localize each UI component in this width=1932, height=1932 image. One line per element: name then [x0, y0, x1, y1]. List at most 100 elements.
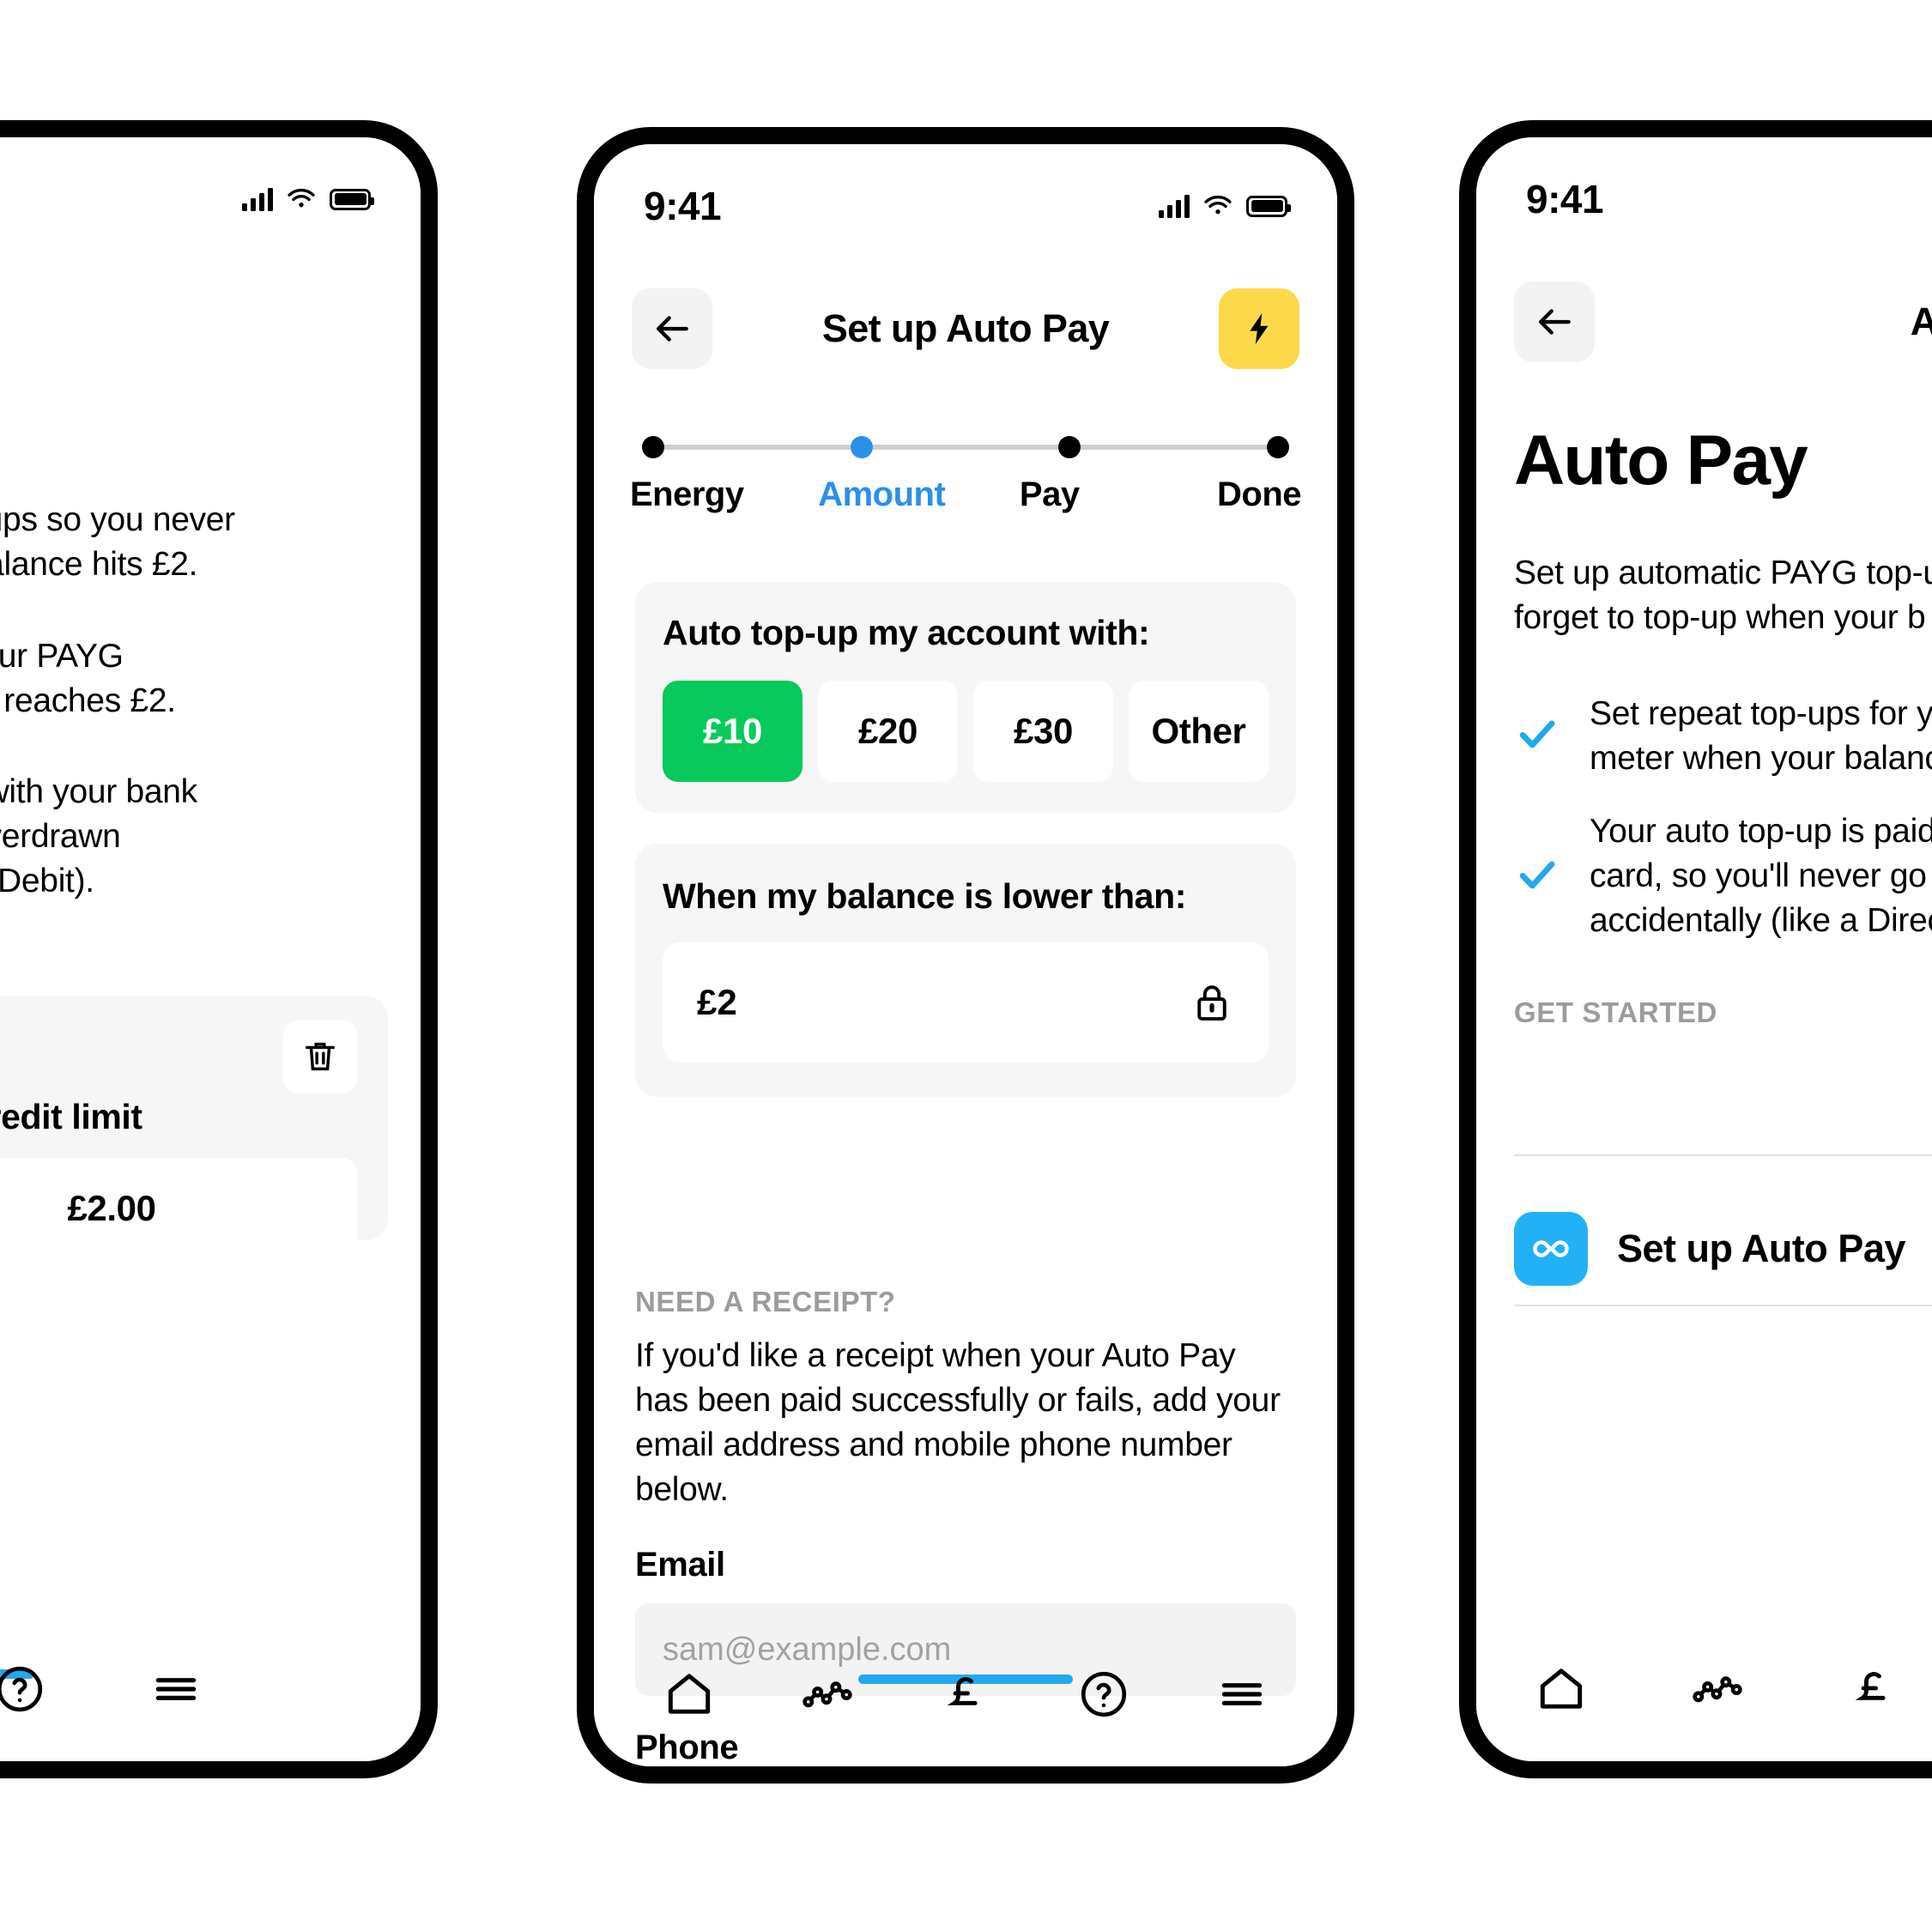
left-page-title: Auto Pay	[0, 322, 383, 366]
chart-line-icon	[802, 1681, 852, 1708]
tab-home[interactable]	[1535, 1662, 1588, 1716]
list-divider-bottom	[1514, 1305, 1932, 1306]
left-copy-block: c PAYG top-ups so you never when your ba…	[0, 498, 395, 904]
center-page-title: Set up Auto Pay	[821, 306, 1110, 350]
left-paragraph-3: p-up is paid with your bank ll never go …	[0, 773, 197, 900]
home-icon	[668, 1674, 710, 1714]
step-label-amount[interactable]: Amount	[798, 475, 966, 514]
phone-center: 9:41 Set up Auto Pay Energy Amount Pay D…	[577, 127, 1354, 1784]
benefit-item-2: Your auto top-up is paid card, so you'll…	[1514, 809, 1932, 943]
center-navbar: Set up Auto Pay	[594, 288, 1337, 369]
tab-usage[interactable]	[1691, 1662, 1744, 1716]
step-label-pay[interactable]: Pay	[966, 475, 1134, 514]
tab-home[interactable]	[620, 1668, 758, 1721]
left-paragraph-2: op-ups for your PAYG your balance reache…	[0, 637, 176, 719]
tab-usage[interactable]	[758, 1668, 896, 1721]
right-navbar: Auto Pay	[1476, 282, 1932, 362]
question-circle-icon	[1081, 1671, 1127, 1717]
step-dot-done[interactable]	[1267, 436, 1290, 458]
list-divider-top	[1514, 1154, 1932, 1156]
hamburger-icon	[155, 1678, 197, 1700]
stepper-labels: Energy Amount Pay Done	[630, 475, 1301, 514]
topup-card-title: Auto top-up my account with:	[663, 613, 1150, 652]
back-button[interactable]	[632, 288, 712, 369]
hamburger-icon	[1222, 1683, 1263, 1705]
status-clock: 9:41	[644, 184, 722, 228]
credit-limit-card: Credit limit £2.00	[0, 996, 388, 1259]
threshold-value-field[interactable]: £2	[663, 942, 1269, 1063]
step-label-done[interactable]: Done	[1134, 475, 1301, 514]
pound-icon	[1855, 1672, 1886, 1700]
step-label-energy[interactable]: Energy	[630, 475, 798, 514]
center-status-icons	[1159, 194, 1291, 218]
right-screen: 9:41 Auto Pay Auto Pay Set up automatic …	[1476, 137, 1932, 1761]
list-item-label: Set up Auto Pay	[1617, 1226, 1905, 1270]
benefit-item-1: Set repeat top-ups for yo meter when you…	[1514, 692, 1932, 781]
credit-limit-value[interactable]: £2.00	[0, 1158, 357, 1259]
receipt-overline: NEED A RECEIPT?	[635, 1286, 896, 1317]
arrow-left-icon	[1538, 309, 1571, 335]
phone-left: Auto Pay c PAYG top-ups so you never whe…	[0, 120, 438, 1778]
left-paragraph-1: c PAYG top-ups so you never when your ba…	[0, 501, 235, 583]
lock-icon	[1197, 985, 1226, 1021]
list-item-set-up-auto-pay[interactable]: Set up Auto Pay	[1514, 1193, 1932, 1305]
amount-option-10[interactable]: £10	[663, 681, 802, 782]
step-line-1	[664, 445, 851, 450]
tab-menu[interactable]	[149, 1662, 203, 1716]
delete-button[interactable]	[283, 1020, 357, 1093]
cellular-bars-icon	[1159, 194, 1190, 218]
right-status-bar: 9:41	[1476, 173, 1932, 225]
tab-help[interactable]	[1035, 1668, 1173, 1721]
right-tab-bar	[1476, 1617, 1932, 1761]
email-label: Email	[635, 1546, 725, 1584]
left-screen: Auto Pay c PAYG top-ups so you never whe…	[0, 137, 421, 1761]
setup-stepper: Energy Amount Pay Done	[630, 436, 1301, 514]
battery-icon	[1246, 195, 1291, 217]
credit-limit-label: Credit limit	[0, 1097, 142, 1136]
center-tab-bar	[594, 1622, 1337, 1766]
chart-line-icon	[1693, 1676, 1742, 1703]
wifi-icon	[1204, 195, 1232, 215]
left-tab-bar	[0, 1617, 421, 1761]
step-dot-pay[interactable]	[1058, 436, 1081, 458]
amount-option-20[interactable]: £20	[818, 681, 958, 782]
tab-help[interactable]	[0, 1662, 46, 1716]
threshold-card-title: When my balance is lower than:	[663, 876, 1186, 916]
amount-option-other[interactable]: Other	[1129, 681, 1269, 782]
right-content: Auto Pay Set up automatic PAYG top-u for…	[1514, 421, 1932, 1029]
step-line-2	[872, 445, 1059, 450]
step-dot-amount[interactable]	[850, 436, 873, 458]
left-navbar: Auto Pay	[0, 322, 421, 366]
auto-pay-action-button[interactable]	[1219, 288, 1299, 369]
screenshot-canvas: Auto Pay c PAYG top-ups so you never whe…	[0, 0, 1932, 1932]
threshold-value: £2	[697, 982, 737, 1022]
amount-option-30[interactable]: £30	[973, 681, 1113, 782]
phone-right: 9:41 Auto Pay Auto Pay Set up automatic …	[1459, 120, 1932, 1778]
step-dot-energy[interactable]	[642, 436, 664, 458]
left-status-bar	[0, 173, 421, 225]
cellular-bars-icon	[242, 187, 273, 211]
status-clock: 9:41	[1526, 177, 1604, 221]
benefit-text-2: Your auto top-up is paid card, so you'll…	[1590, 813, 1932, 940]
question-circle-icon	[0, 1666, 43, 1712]
tab-payments[interactable]	[1847, 1662, 1900, 1716]
infinity-icon	[1533, 1240, 1569, 1257]
pound-icon	[947, 1677, 978, 1705]
lightning-bolt-icon	[1250, 313, 1269, 344]
benefit-text-1: Set repeat top-ups for yo meter when you…	[1590, 694, 1932, 777]
topup-amount-options: £10 £20 £30 Other	[663, 681, 1269, 782]
back-button[interactable]	[1514, 282, 1595, 362]
tab-menu[interactable]	[1173, 1668, 1311, 1721]
center-screen: 9:41 Set up Auto Pay Energy Amount Pay D…	[594, 144, 1337, 1766]
home-icon	[1540, 1669, 1583, 1709]
step-line-3	[1081, 445, 1268, 450]
trash-icon	[305, 1042, 336, 1071]
battery-icon	[330, 188, 374, 210]
check-icon	[1514, 851, 1560, 902]
tab-payments[interactable]	[896, 1668, 1034, 1721]
check-icon	[1514, 711, 1560, 761]
left-status-icons	[242, 187, 374, 211]
center-status-bar: 9:41	[594, 180, 1337, 232]
right-intro: Set up automatic PAYG top-u forget to to…	[1514, 554, 1932, 636]
right-heading: Auto Pay	[1514, 421, 1808, 500]
